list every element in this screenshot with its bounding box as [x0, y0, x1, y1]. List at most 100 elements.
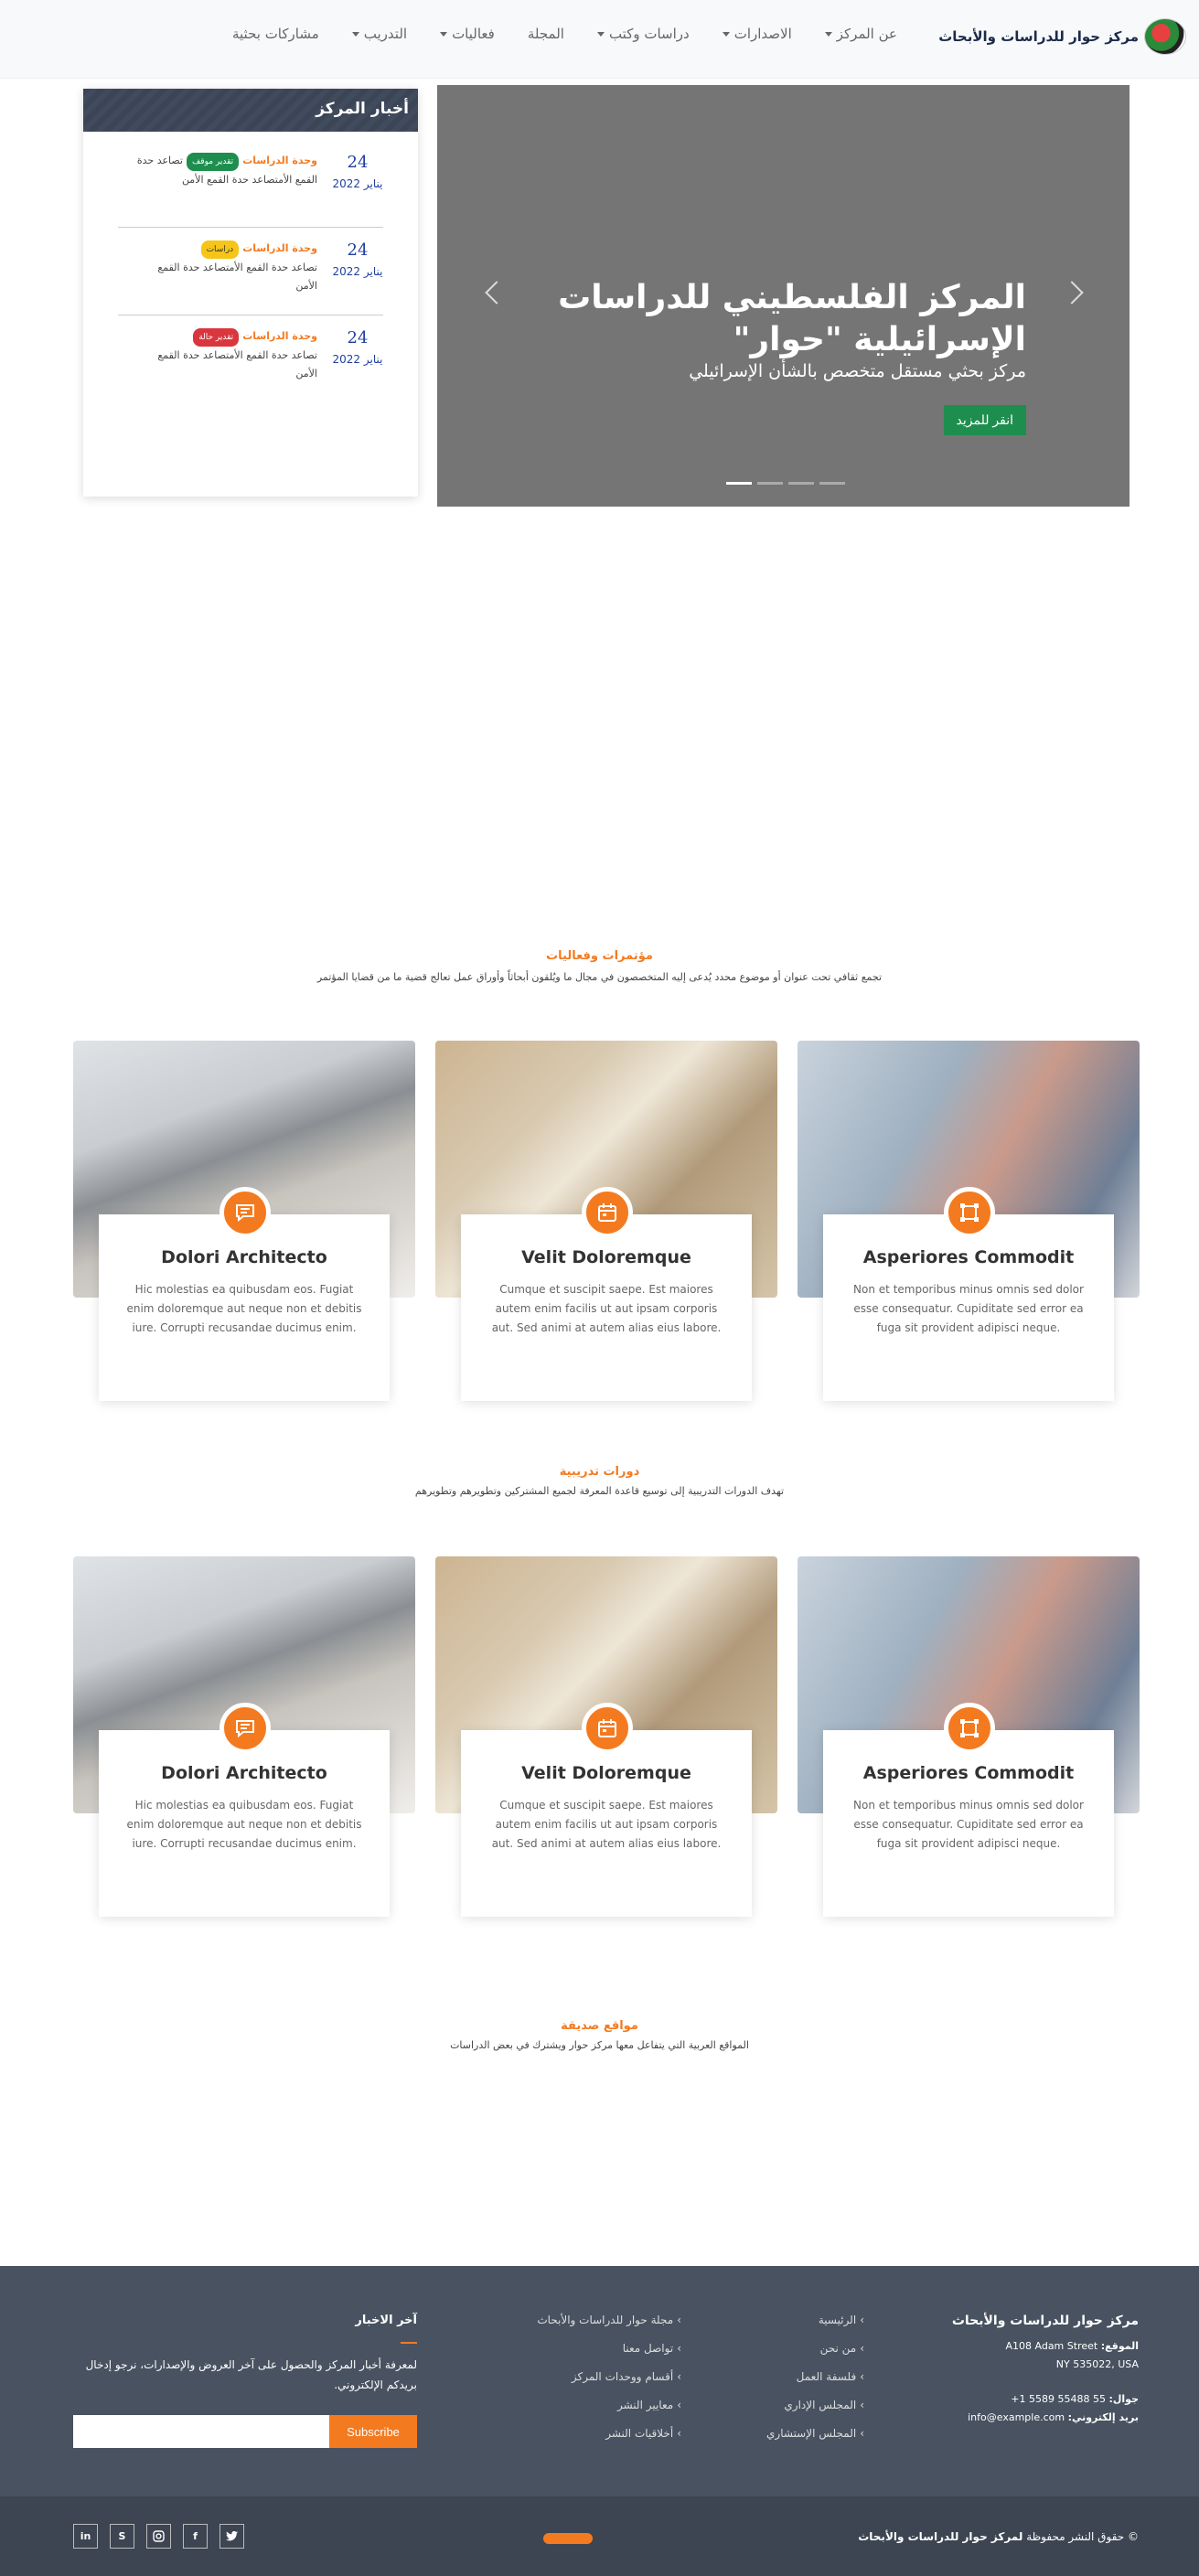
news-text: تصاعد حدة القمع الأمتصاعد حدة القمع	[157, 262, 317, 273]
news-text: القمع الأمتصاعد حدة القمع الأمن	[181, 174, 317, 186]
news-month: يناير 2022	[332, 353, 383, 366]
copyright-brand[interactable]: لمركز حوار للدراسات والأبحاث	[858, 2530, 1022, 2543]
news-text: تصاعد حدة	[136, 155, 183, 166]
hero-carousel: المركز الفلسطيني للدراسات الإسرائيلية "ح…	[437, 85, 1129, 507]
footer-phone[interactable]: +1 5589 55488 55	[1011, 2393, 1106, 2405]
training-title: دورات تدريبية	[559, 1465, 640, 1479]
carousel-next-icon[interactable]	[485, 281, 509, 305]
center-news: أخبار المركز 24 يناير 2022 وحدة الدراسات…	[83, 89, 418, 497]
nav-research[interactable]: مشاركات بحثية	[232, 26, 319, 42]
footer-email[interactable]: info@example.com	[968, 2411, 1065, 2423]
nav-training[interactable]: التدريب	[351, 26, 407, 42]
brand[interactable]: مركز حوار للدراسات والأبحاث	[938, 18, 1186, 55]
news-text: الأمن	[295, 280, 317, 292]
nav-studies[interactable]: دراسات وكتب	[596, 26, 690, 42]
news-unit[interactable]: وحدة الدراسات	[242, 242, 317, 254]
nav-events[interactable]: فعاليات	[440, 26, 495, 42]
card-title[interactable]: Dolori Architecto	[73, 1763, 415, 1783]
facebook-icon[interactable]: f	[183, 2524, 208, 2549]
chevron-down-icon	[351, 31, 359, 37]
chevron-down-icon	[440, 31, 448, 37]
news-body: وحدة الدراساتتقدير موقفتصاعد حدة القمع ا…	[118, 153, 317, 212]
card-text: Non et temporibus minus omnis sed dolor …	[853, 1283, 1084, 1334]
news-date: 24 يناير 2022	[332, 328, 383, 389]
news-badge: تقدير موقف	[186, 153, 240, 171]
skype-icon[interactable]: S	[110, 2524, 134, 2549]
footer-brand: مركز حوار للدراسات والأبحاث	[951, 2314, 1139, 2328]
footer-link[interactable]: الرئيسية	[766, 2306, 864, 2335]
card-text: Cumque et suscipit saepe. Est maiores au…	[491, 1283, 722, 1334]
footer-link[interactable]: المجلس الإستشاري	[766, 2420, 864, 2448]
instagram-icon[interactable]	[146, 2524, 171, 2549]
footer-email-label: بريد إلكتروني:	[1067, 2411, 1139, 2423]
footer-news-title: آخر الاخبار	[355, 2314, 417, 2327]
conferences-title: مؤتمرات وفعاليات	[546, 949, 653, 963]
news-body: وحدة الدراساتتقدير حالة تصاعد حدة القمع …	[118, 328, 317, 389]
news-day: 24	[347, 153, 369, 172]
hero-more-button[interactable]: انقر للمزيد	[943, 405, 1026, 435]
conference-card[interactable]: Dolori Architecto Hic molestias ea quibu…	[73, 1041, 415, 1401]
subscribe-button[interactable]: Subscribe	[329, 2415, 417, 2448]
card-text: Hic molestias ea quibusdam eos. Fugiat e…	[126, 1283, 362, 1334]
subscribe-form: Subscribe	[73, 2415, 417, 2448]
footer-link[interactable]: فلسفة العمل	[766, 2363, 864, 2391]
card-title[interactable]: Dolori Architecto	[73, 1247, 415, 1267]
scroll-top-button[interactable]	[543, 2533, 593, 2544]
card-title[interactable]: Velit Doloremque	[435, 1247, 777, 1267]
footer-link[interactable]: المجلس الإداري	[766, 2391, 864, 2420]
twitter-icon[interactable]	[219, 2524, 244, 2549]
card-title[interactable]: Asperiores Commodit	[798, 1247, 1140, 1267]
divider	[401, 2342, 417, 2344]
training-desc: تهدف الدورات التدريبية إلى توسيع قاعدة ا…	[414, 1485, 785, 1497]
footer-link[interactable]: تواصل معنا	[537, 2335, 681, 2363]
chat-icon	[219, 1187, 271, 1238]
card-text: Non et temporibus minus omnis sed dolor …	[853, 1799, 1084, 1850]
footer-links-2: مجلة حوار للدراسات والأبحاث تواصل معنا أ…	[537, 2306, 681, 2448]
conference-card[interactable]: Velit Doloremque Cumque et suscipit saep…	[435, 1041, 777, 1401]
footer-link[interactable]: أخلاقيات النشر	[537, 2420, 681, 2448]
news-text: تصاعد حدة القمع الأمتصاعد حدة القمع	[157, 349, 317, 361]
news-item[interactable]: 24 يناير 2022 وحدة الدراساتدراسات تصاعد …	[118, 240, 383, 315]
footer-phone-label: جوال:	[1108, 2393, 1139, 2405]
card-title[interactable]: Velit Doloremque	[435, 1763, 777, 1783]
news-date: 24 يناير 2022	[332, 153, 383, 212]
carousel-indicator[interactable]	[757, 482, 783, 485]
footer-link[interactable]: معايير النشر	[537, 2391, 681, 2420]
news-unit[interactable]: وحدة الدراسات	[242, 155, 317, 166]
calendar-icon	[582, 1187, 633, 1238]
footer-address: A108 Adam Street	[1005, 2340, 1098, 2352]
news-item[interactable]: 24 يناير 2022 وحدة الدراساتتقدير حالة تص…	[118, 328, 383, 403]
subscribe-email-input[interactable]	[73, 2415, 329, 2448]
card-text: Hic molestias ea quibusdam eos. Fugiat e…	[126, 1799, 362, 1850]
carousel-indicator[interactable]	[819, 482, 845, 485]
social-links: in S f	[73, 2524, 244, 2549]
training-card[interactable]: Dolori Architecto Hic molestias ea quibu…	[73, 1556, 415, 1917]
news-list: 24 يناير 2022 وحدة الدراساتتقدير موقفتصا…	[118, 153, 383, 416]
chevron-down-icon	[824, 31, 832, 37]
footer-link[interactable]: أقسام ووحدات المركز	[537, 2363, 681, 2391]
nav-publications[interactable]: الاصدارات	[722, 26, 792, 42]
news-month: يناير 2022	[332, 265, 383, 278]
conference-card[interactable]: Asperiores Commodit Non et temporibus mi…	[798, 1041, 1140, 1401]
news-month: يناير 2022	[332, 177, 383, 190]
carousel-indicator-active[interactable]	[726, 482, 752, 485]
training-card[interactable]: Velit Doloremque Cumque et suscipit saep…	[435, 1556, 777, 1917]
news-item[interactable]: 24 يناير 2022 وحدة الدراساتتقدير موقفتصا…	[118, 153, 383, 228]
training-card[interactable]: Asperiores Commodit Non et temporibus mi…	[798, 1556, 1140, 1917]
friends-desc: المواقع العربية التي يتفاعل معها مركز حو…	[450, 2039, 749, 2051]
nav-magazine[interactable]: المجلة	[528, 26, 564, 42]
footer-link[interactable]: مجلة حوار للدراسات والأبحاث	[537, 2306, 681, 2335]
footer-link[interactable]: من نحن	[766, 2335, 864, 2363]
nav-about[interactable]: عن المركز	[824, 26, 897, 42]
footer-location-label: الموقع:	[1100, 2340, 1139, 2352]
carousel-indicator[interactable]	[788, 482, 814, 485]
carousel-prev-icon[interactable]	[1060, 281, 1084, 305]
linkedin-icon[interactable]: in	[73, 2524, 98, 2549]
vector-square-icon	[944, 1703, 995, 1754]
news-unit[interactable]: وحدة الدراسات	[242, 330, 317, 342]
footer-news-text: لمعرفة أخبار المركز والحصول على آخر العر…	[85, 2358, 417, 2391]
copyright: © حقوق النشر محفوظة لمركز حوار للدراسات …	[858, 2530, 1139, 2543]
hero-title: المركز الفلسطيني للدراسات الإسرائيلية "ح…	[558, 279, 1026, 358]
conferences-desc: تجمع ثقافي تحت عنوان أو موضوع محدد يُدعى…	[316, 971, 883, 983]
card-title[interactable]: Asperiores Commodit	[798, 1763, 1140, 1783]
